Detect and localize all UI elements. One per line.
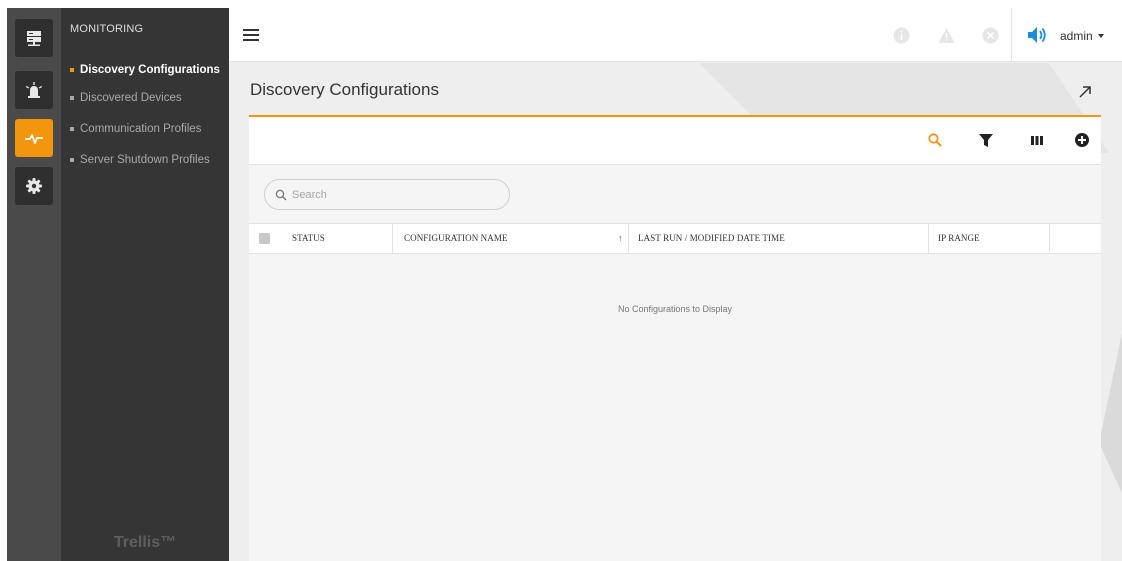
bullet-icon	[70, 158, 74, 162]
pulse-icon	[25, 134, 43, 144]
add-icon[interactable]	[1074, 132, 1090, 148]
top-bar: admin	[229, 8, 1122, 62]
column-header-status[interactable]: STATUS	[292, 224, 325, 253]
table-header: STATUS CONFIGURATION NAME ↑ LAST RUN / M…	[249, 223, 1101, 254]
rail-button-settings[interactable]	[15, 167, 53, 205]
bullet-icon	[70, 96, 74, 100]
page-title: Discovery Configurations	[250, 80, 439, 99]
column-header-last-run[interactable]: LAST RUN / MODIFIED DATE TIME	[638, 224, 785, 253]
columns-icon[interactable]	[1029, 132, 1045, 148]
nav-item-label: Discovered Devices	[80, 92, 182, 104]
filter-icon[interactable]	[978, 132, 994, 148]
speaker-icon[interactable]	[1026, 25, 1048, 45]
nav-item-discovery-configurations[interactable]: Discovery Configurations	[70, 64, 220, 76]
app-window: MONITORING Discovery Configurations Disc…	[7, 8, 1122, 561]
search-icon[interactable]	[927, 132, 943, 148]
bullet-icon	[70, 68, 74, 72]
configurations-panel: STATUS CONFIGURATION NAME ↑ LAST RUN / M…	[249, 115, 1101, 561]
user-menu[interactable]: admin	[1060, 29, 1104, 43]
alarm-icon	[25, 82, 43, 98]
gear-icon	[26, 178, 42, 194]
nav-item-label: Communication Profiles	[80, 123, 202, 135]
column-header-ip-range[interactable]: IP RANGE	[938, 224, 980, 253]
warning-icon[interactable]	[938, 27, 955, 44]
column-divider	[1049, 224, 1050, 253]
nav-item-discovered-devices[interactable]: Discovered Devices	[70, 92, 182, 104]
select-all-checkbox[interactable]	[259, 233, 270, 244]
rail-button-monitoring[interactable]	[15, 119, 53, 157]
column-divider	[928, 224, 929, 253]
user-name: admin	[1060, 29, 1093, 43]
brand-logo: Trellis™	[113, 534, 177, 551]
nav-section-title: MONITORING	[70, 23, 144, 35]
search-icon	[275, 189, 287, 200]
error-icon[interactable]	[982, 27, 999, 44]
rail-button-alarms[interactable]	[15, 71, 53, 109]
expand-icon[interactable]	[1078, 85, 1092, 99]
search-input[interactable]	[292, 188, 492, 201]
main-content: Discovery Configurations Search STATUS C…	[229, 63, 1122, 561]
nav-item-communication-profiles[interactable]: Communication Profiles	[70, 123, 201, 135]
empty-table-message: No Configurations to Display	[617, 304, 733, 314]
nav-item-label: Discovery Configurations	[80, 64, 220, 76]
column-divider	[392, 224, 393, 253]
divider	[1011, 8, 1012, 62]
grid-toolbar	[249, 117, 1101, 165]
server-icon	[27, 31, 41, 46]
sort-ascending-icon[interactable]: ↑	[618, 224, 623, 253]
rail-button-infrastructure[interactable]	[15, 19, 53, 57]
column-header-configuration-name[interactable]: CONFIGURATION NAME	[404, 224, 508, 253]
info-icon[interactable]	[893, 27, 910, 44]
column-divider	[628, 224, 629, 253]
search-field[interactable]	[264, 179, 510, 210]
nav-item-server-shutdown-profiles[interactable]: Server Shutdown Profiles	[70, 154, 210, 166]
chevron-down-icon	[1097, 34, 1104, 38]
icon-rail	[7, 8, 61, 561]
bullet-icon	[70, 127, 74, 131]
nav-panel: MONITORING Discovery Configurations Disc…	[61, 8, 229, 561]
hamburger-menu-icon[interactable]	[243, 27, 259, 43]
nav-item-label: Server Shutdown Profiles	[80, 154, 210, 166]
